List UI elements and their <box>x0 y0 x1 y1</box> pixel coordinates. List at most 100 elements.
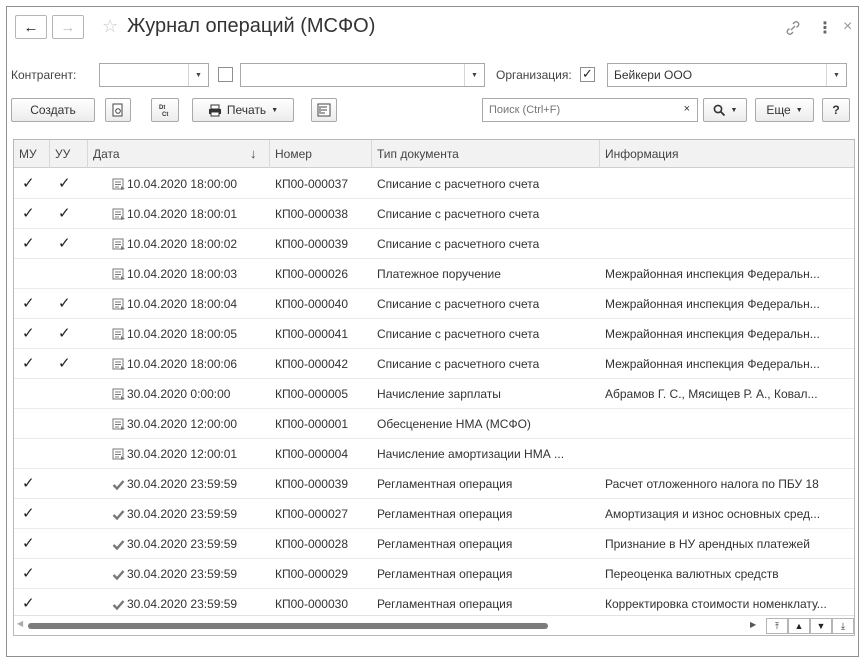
cell-uu <box>50 439 88 469</box>
search-button[interactable]: ▼ <box>703 98 747 122</box>
scroll-right-icon[interactable]: ▶ <box>750 620 756 629</box>
cell-date: 30.04.2020 12:00:01 <box>127 447 238 461</box>
column-header-doc-type[interactable]: Тип документа <box>372 140 600 168</box>
table-row[interactable]: ✓ ✓ 10.04.2020 18:00:00 КП00-000037 Списание… <box>14 169 854 199</box>
counterparty-checkbox[interactable] <box>218 67 233 82</box>
printer-icon <box>208 104 221 116</box>
favorite-star-icon[interactable]: ☆ <box>102 16 118 37</box>
table-row[interactable]: ✓ ✓ 10.04.2020 18:00:05 КП00-000041 Списание… <box>14 319 854 349</box>
filter-row: Контрагент: ▼ ▼ Организация: ✓ Бейкери О… <box>7 63 858 89</box>
sort-arrow-icon: ↓ <box>250 146 257 161</box>
chevron-down-icon[interactable]: ▼ <box>188 64 208 86</box>
copy-document-button[interactable] <box>105 98 131 122</box>
organization-select[interactable]: Бейкери ООО ▼ <box>607 63 847 87</box>
cell-info: Межрайонная инспекция Федеральн... <box>605 357 820 371</box>
cell-number: КП00-000038 <box>275 207 349 221</box>
cell-mu: ✓ <box>22 175 35 192</box>
cell-doc-type: Регламентная операция <box>377 567 513 581</box>
go-last-button[interactable]: ⤓ <box>832 618 854 634</box>
close-icon[interactable]: × <box>843 18 852 36</box>
cell-number: КП00-000039 <box>275 477 349 491</box>
cell-doc-type: Начисление зарплаты <box>377 387 501 401</box>
horizontal-scrollbar[interactable]: ◀ ▶ ⤒ ▲ ▼ ⤓ <box>14 615 854 635</box>
column-header-number[interactable]: Номер <box>270 140 372 168</box>
cell-uu: ✓ <box>58 175 71 192</box>
operations-table: МУ УУ Дата ↓ Номер Тип документа Информа… <box>13 139 855 636</box>
counterparty-field[interactable]: ▼ <box>240 63 485 87</box>
table-row[interactable]: 30.04.2020 0:00:00 КП00-000005 Начисление … <box>14 379 854 409</box>
cell-doc-type: Регламентная операция <box>377 477 513 491</box>
table-row[interactable]: ✓ 30.04.2020 23:59:59 КП00-000029 Регламент… <box>14 559 854 589</box>
go-up-button[interactable]: ▲ <box>788 618 810 634</box>
search-icon <box>713 104 725 116</box>
cell-mu: ✓ <box>22 295 35 312</box>
cell-doc-type: Списание с расчетного счета <box>377 297 540 311</box>
cell-info <box>600 199 852 229</box>
cell-uu <box>50 499 88 529</box>
title-bar: ← → ☆ Журнал операций (МСФО) ⋮ × <box>7 7 858 51</box>
cell-date: 10.04.2020 18:00:06 <box>127 357 238 371</box>
cell-number: КП00-000005 <box>275 387 349 401</box>
cell-number: КП00-000027 <box>275 507 349 521</box>
create-button[interactable]: Создать <box>11 98 95 122</box>
help-button[interactable]: ? <box>822 98 850 122</box>
table-row[interactable]: 10.04.2020 18:00:03 КП00-000026 Платежное … <box>14 259 854 289</box>
cell-mu: ✓ <box>22 565 35 582</box>
search-input-box[interactable]: × <box>482 98 698 122</box>
cell-info <box>600 409 852 439</box>
table-row[interactable]: 30.04.2020 12:00:01 КП00-000004 Начисление… <box>14 439 854 469</box>
cell-number: КП00-000001 <box>275 417 349 431</box>
clear-search-icon[interactable]: × <box>684 103 690 115</box>
column-header-date[interactable]: Дата ↓ <box>88 140 270 168</box>
page-title: Журнал операций (МСФО) <box>127 15 376 37</box>
svg-text:Ct: Ct <box>162 112 168 117</box>
print-button[interactable]: Печать ▼ <box>192 98 294 122</box>
chevron-down-icon[interactable]: ▼ <box>464 64 484 86</box>
organization-checkbox[interactable]: ✓ <box>580 67 595 82</box>
table-row[interactable]: ✓ 30.04.2020 23:59:59 КП00-000039 Регламент… <box>14 469 854 499</box>
cell-doc-type: Платежное поручение <box>377 267 501 281</box>
go-first-button[interactable]: ⤒ <box>766 618 788 634</box>
table-header: МУ УУ Дата ↓ Номер Тип документа Информа… <box>14 140 854 168</box>
cell-uu: ✓ <box>58 355 71 372</box>
structure-icon <box>317 103 331 117</box>
copy-document-icon <box>112 103 123 117</box>
link-icon[interactable] <box>785 20 801 39</box>
table-row[interactable]: 30.04.2020 12:00:00 КП00-000001 Обесценени… <box>14 409 854 439</box>
counterparty-select[interactable]: ▼ <box>99 63 209 87</box>
column-header-mu[interactable]: МУ <box>14 140 50 168</box>
chevron-down-icon[interactable]: ▼ <box>826 64 846 86</box>
cell-date: 30.04.2020 12:00:00 <box>127 417 238 431</box>
go-down-icon: ▼ <box>816 621 826 631</box>
debit-credit-button[interactable]: Dt Ct <box>151 98 179 122</box>
cell-uu: ✓ <box>58 205 71 222</box>
table-row[interactable]: ✓ ✓ 10.04.2020 18:00:06 КП00-000042 Списание… <box>14 349 854 379</box>
create-label: Создать <box>30 103 76 117</box>
chevron-down-icon: ▼ <box>730 106 738 114</box>
more-button[interactable]: Еще ▼ <box>755 98 814 122</box>
debit-credit-icon: DtCt <box>159 105 168 117</box>
toolbar: Создать DtCt Печать ▼ × ▼ Еще ▼ ? <box>7 98 858 124</box>
forward-button[interactable]: → <box>52 15 84 39</box>
table-row[interactable]: ✓ 30.04.2020 23:59:59 КП00-000027 Регламент… <box>14 499 854 529</box>
cell-mu: ✓ <box>22 535 35 552</box>
column-header-info[interactable]: Информация <box>600 140 854 168</box>
table-row[interactable]: ✓ ✓ 10.04.2020 18:00:01 КП00-000038 Списание… <box>14 199 854 229</box>
cell-number: КП00-000037 <box>275 177 349 191</box>
go-down-button[interactable]: ▼ <box>810 618 832 634</box>
back-button[interactable]: ← <box>15 15 47 39</box>
column-header-uu[interactable]: УУ <box>50 140 88 168</box>
table-row[interactable]: ✓ ✓ 10.04.2020 18:00:02 КП00-000039 Списание… <box>14 229 854 259</box>
structure-button[interactable] <box>311 98 337 122</box>
search-input[interactable] <box>487 101 667 119</box>
scrollbar-thumb[interactable] <box>28 623 548 629</box>
table-row[interactable]: ✓ ✓ 10.04.2020 18:00:04 КП00-000040 Списание… <box>14 289 854 319</box>
cell-uu <box>50 379 88 409</box>
scroll-left-icon[interactable]: ◀ <box>17 619 23 628</box>
cell-info <box>600 229 852 259</box>
cell-info: Абрамов Г. С., Мясищев Р. А., Ковал... <box>605 387 818 401</box>
table-row[interactable]: ✓ 30.04.2020 23:59:59 КП00-000028 Регламент… <box>14 529 854 559</box>
cell-mu: ✓ <box>22 235 35 252</box>
more-icon[interactable]: ⋮ <box>817 18 833 38</box>
cell-uu <box>50 559 88 589</box>
